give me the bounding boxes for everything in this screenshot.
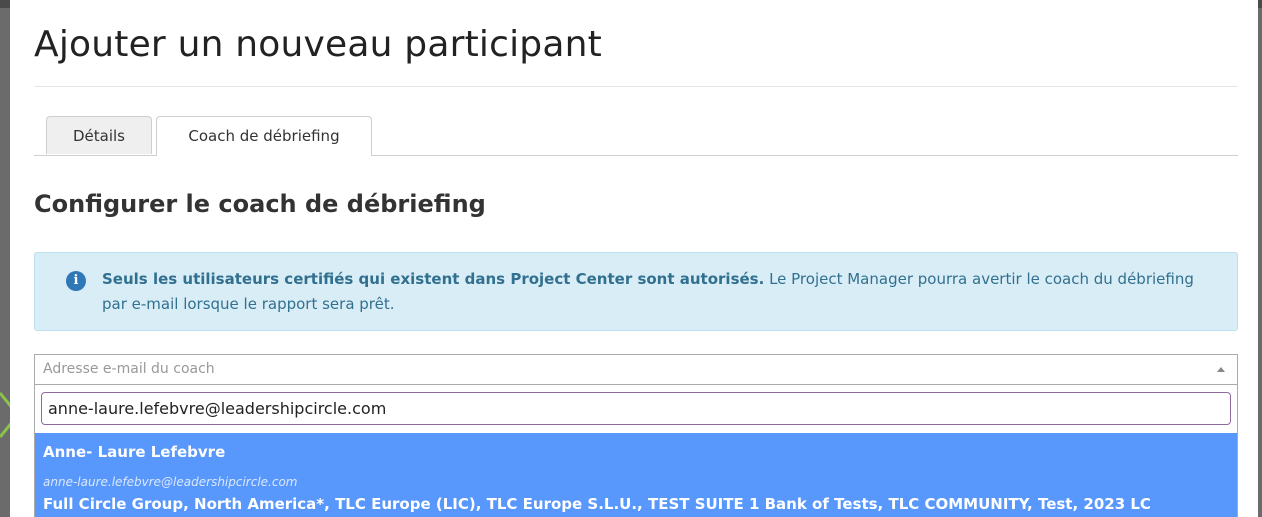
option-name: Anne- Laure Lefebvre (43, 443, 226, 461)
tab-details[interactable]: Détails (46, 116, 152, 154)
dropdown-option-highlighted[interactable]: Anne- Laure Lefebvre anne-laure.lefebvre… (35, 433, 1237, 517)
modal-title: Ajouter un nouveau participant (34, 24, 602, 65)
coach-search-input[interactable] (41, 392, 1231, 425)
tab-bar: Détails Coach de débriefing (34, 116, 1238, 156)
tab-debrief-coach[interactable]: Coach de débriefing (156, 116, 372, 156)
add-participant-modal: Ajouter un nouveau participant Détails C… (10, 0, 1258, 517)
option-email: anne-laure.lefebvre@leadershipcircle.com (43, 475, 298, 489)
option-groups: Full Circle Group, North America*, TLC E… (43, 495, 1151, 513)
coach-email-select[interactable]: Adresse e-mail du coach (34, 354, 1238, 384)
alert-bold-text: Seuls les utilisateurs certifiés qui exi… (102, 270, 765, 288)
section-heading: Configurer le coach de débriefing (34, 190, 486, 218)
info-icon: i (66, 271, 86, 291)
alert-message: Seuls les utilisateurs certifiés qui exi… (102, 267, 1217, 317)
select-placeholder: Adresse e-mail du coach (43, 361, 215, 377)
title-divider (34, 86, 1238, 87)
coach-dropdown: Anne- Laure Lefebvre anne-laure.lefebvre… (34, 384, 1238, 517)
caret-up-icon[interactable] (1217, 367, 1225, 372)
info-alert: i Seuls les utilisateurs certifiés qui e… (34, 252, 1238, 331)
